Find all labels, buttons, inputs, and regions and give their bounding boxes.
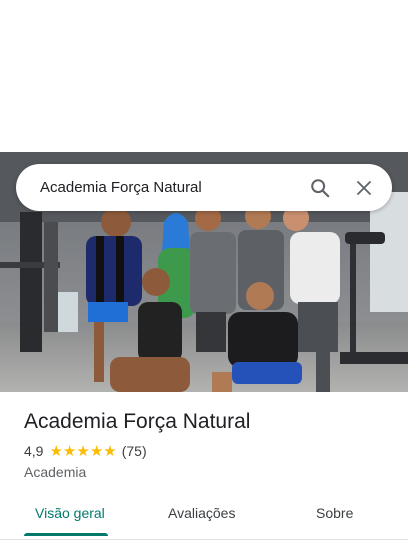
close-icon <box>357 180 371 195</box>
star-icon: ★ <box>62 442 77 460</box>
review-count[interactable]: (75) <box>122 443 147 459</box>
search-icon <box>311 178 330 197</box>
place-info: Academia Força Natural 4,9 ★ ★ ★ ★ ★ (75… <box>24 408 394 480</box>
search-query[interactable]: Academia Força Natural <box>40 179 300 196</box>
search-bar[interactable]: Academia Força Natural <box>16 164 392 211</box>
star-icon: ★ <box>76 442 90 460</box>
rating-row[interactable]: 4,9 ★ ★ ★ ★ ★ (75) <box>24 443 394 459</box>
tab-avaliacoes[interactable]: Avaliações <box>168 505 235 521</box>
rating-stars: ★ ★ ★ ★ ★ <box>49 444 116 459</box>
place-tabs: Visão geral Avaliações Sobre <box>0 496 408 538</box>
active-tab-indicator <box>24 533 108 536</box>
star-icon: ★ <box>89 442 104 460</box>
tab-sobre[interactable]: Sobre <box>316 505 353 521</box>
blank-header-area <box>0 0 408 152</box>
star-icon: ★ <box>49 442 63 460</box>
clear-search-button[interactable] <box>344 168 384 208</box>
place-title: Academia Força Natural <box>24 410 251 433</box>
rating-value: 4,9 <box>24 443 44 459</box>
tab-visao-geral[interactable]: Visão geral <box>35 505 105 521</box>
place-category: Academia <box>24 464 87 480</box>
search-button[interactable] <box>300 168 340 208</box>
star-icon: ★ <box>103 442 117 460</box>
tabs-divider <box>0 539 408 540</box>
